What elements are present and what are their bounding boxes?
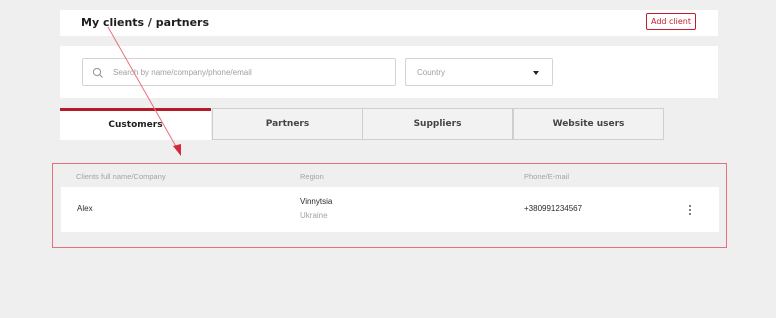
add-client-button[interactable]: Add client (645, 13, 696, 30)
search-box[interactable] (82, 58, 396, 86)
tab-customers[interactable]: Customers (60, 108, 211, 140)
tab-website-users[interactable]: Website users (513, 108, 664, 140)
country-select-value: Country (417, 68, 446, 77)
client-region-city: Vinnytsia (300, 197, 333, 206)
caret-down-icon (533, 71, 539, 75)
column-header-phone: Phone/E-mail (524, 172, 570, 181)
client-name: Alex (77, 204, 93, 213)
country-select[interactable]: Country (405, 58, 553, 86)
table-row[interactable]: Alex Vinnytsia Ukraine +380991234567 (61, 187, 719, 232)
tab-suppliers[interactable]: Suppliers (362, 108, 513, 140)
tab-partners[interactable]: Partners (212, 108, 363, 140)
clients-table: Clients full name/Company Region Phone/E… (52, 163, 727, 248)
search-input[interactable] (113, 59, 391, 85)
column-header-region: Region (300, 172, 324, 181)
client-region-country: Ukraine (300, 211, 328, 220)
filter-card: Country (60, 46, 718, 98)
row-menu-icon[interactable] (687, 203, 693, 217)
page-title: My clients / partners (81, 16, 210, 29)
header-card: My clients / partners Add client (60, 10, 718, 36)
client-phone: +380991234567 (524, 204, 583, 213)
column-header-name: Clients full name/Company (76, 172, 166, 181)
search-icon (92, 67, 103, 78)
